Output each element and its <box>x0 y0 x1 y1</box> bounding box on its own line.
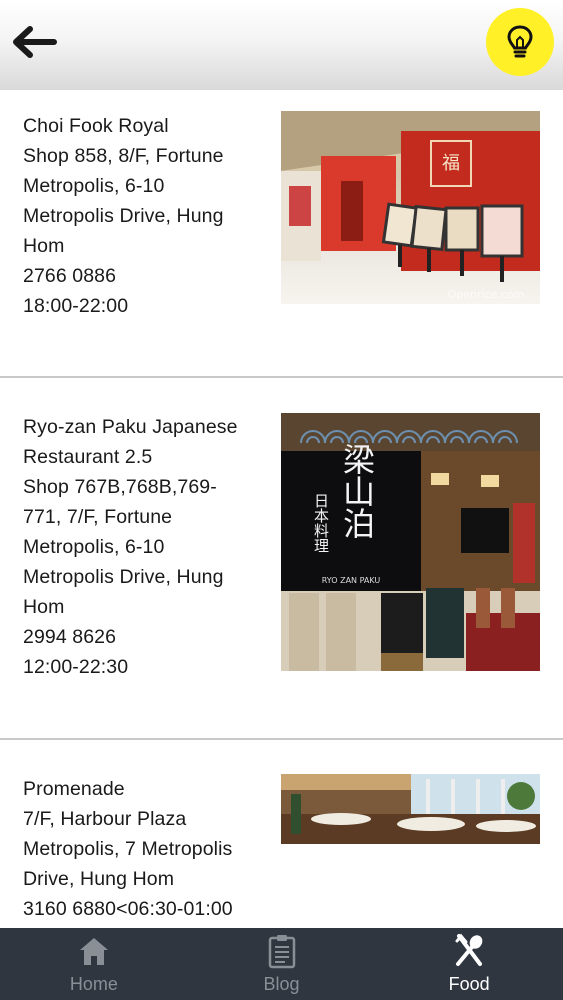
restaurant-list-screen: Choi Fook Royal Shop 858, 8/F, Fortune M… <box>0 0 563 1000</box>
restaurant-photo <box>281 774 540 844</box>
address-line: Metropolis, 6-10 <box>23 536 165 558</box>
tab-label: Blog <box>263 974 300 994</box>
address-line: 771, 7/F, Fortune <box>23 506 173 528</box>
address-line: Hom <box>23 596 65 618</box>
tab-label: Home <box>69 974 118 994</box>
phone-number: 2766 0886 <box>23 265 117 287</box>
address-line: Drive, Hung Hom <box>23 868 175 890</box>
tab-food[interactable]: Food <box>375 928 563 1000</box>
address-line: Metropolis, 6-10 <box>23 175 165 197</box>
sign-roman: RYO ZAN PAKU <box>322 576 381 585</box>
svg-text:福: 福 <box>442 153 460 174</box>
address-line: Shop 858, 8/F, Fortune <box>23 145 224 167</box>
tab-blog[interactable]: Blog <box>188 928 376 1000</box>
address-line: Metropolis Drive, Hung <box>23 566 224 588</box>
list-item[interactable]: Choi Fook Royal Shop 858, 8/F, Fortune M… <box>0 90 563 378</box>
back-button[interactable] <box>8 20 60 64</box>
address-line: Metropolis Drive, Hung <box>23 205 224 227</box>
tab-home[interactable]: Home <box>0 928 188 1000</box>
clipboard-icon <box>267 934 297 969</box>
lightbulb-icon <box>507 25 533 58</box>
address-line: Metropolis, 7 Metropolis <box>23 838 233 860</box>
list-item[interactable]: Promenade 7/F, Harbour Plaza Metropolis,… <box>0 740 563 928</box>
address-line: Hom <box>23 235 65 257</box>
opening-hours: 18:00-22:00 <box>23 295 129 317</box>
arrow-left-icon <box>13 26 57 58</box>
restaurant-info: Promenade 7/F, Harbour Plaza Metropolis,… <box>23 774 273 924</box>
top-bar <box>0 0 563 90</box>
address-line: Shop 767B,768B,769- <box>23 476 217 498</box>
restaurant-info: Ryo-zan Paku Japanese Restaurant 2.5 Sho… <box>23 412 263 682</box>
sign-title: 梁山泊 <box>338 443 376 539</box>
fork-knife-icon <box>451 933 487 968</box>
phone-and-hours: 3160 6880<06:30-01:00 <box>23 898 233 920</box>
phone-number: 2994 8626 <box>23 626 117 648</box>
restaurant-list: Choi Fook Royal Shop 858, 8/F, Fortune M… <box>0 90 563 928</box>
photo-watermark: Openrice.com <box>448 288 525 301</box>
restaurant-photo: 梁山泊 日本料理 RYO ZAN PAKU <box>281 413 540 671</box>
sign-subtitle: 日本料理 <box>312 493 330 553</box>
tab-label: Food <box>448 974 490 994</box>
bottom-tab-bar: Home Blog Food <box>0 928 563 1000</box>
restaurant-name: Promenade <box>23 778 125 800</box>
list-item[interactable]: Ryo-zan Paku Japanese Restaurant 2.5 Sho… <box>0 378 563 738</box>
restaurant-name: Choi Fook Royal <box>23 115 169 137</box>
opening-hours: 12:00-22:30 <box>23 656 129 678</box>
restaurant-photo: 福 Openrice.com <box>281 111 540 304</box>
restaurant-name: Restaurant 2.5 <box>23 446 153 468</box>
address-line: 7/F, Harbour Plaza <box>23 808 187 830</box>
restaurant-name: Ryo-zan Paku Japanese <box>23 416 238 438</box>
restaurant-info: Choi Fook Royal Shop 858, 8/F, Fortune M… <box>23 111 263 321</box>
tip-button[interactable] <box>486 8 554 76</box>
home-icon <box>77 934 111 968</box>
